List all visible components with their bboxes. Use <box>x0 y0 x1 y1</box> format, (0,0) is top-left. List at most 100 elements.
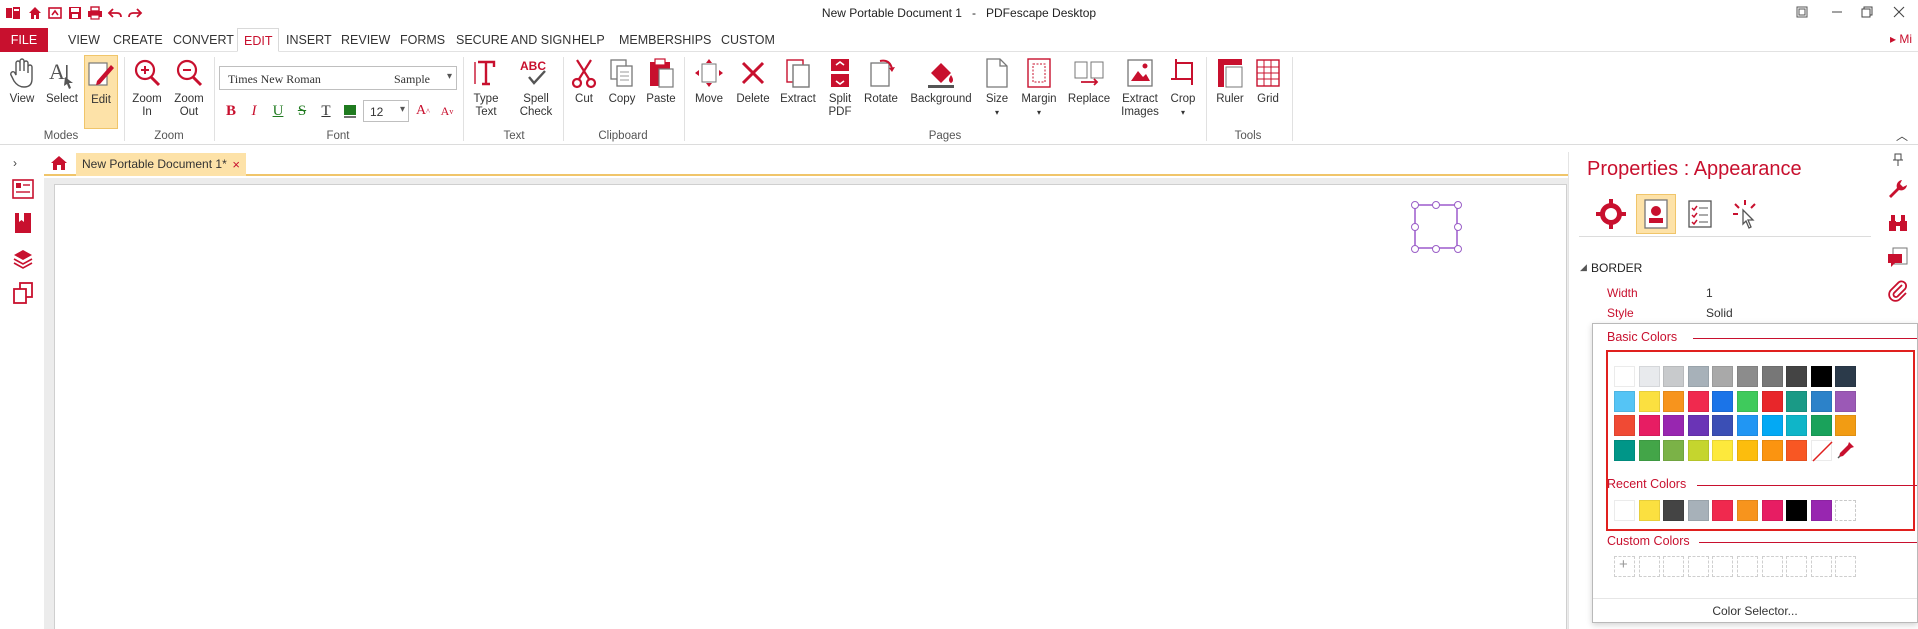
color-swatch[interactable] <box>1687 500 1709 521</box>
color-swatch[interactable] <box>1761 366 1783 387</box>
menu-file[interactable]: FILE <box>0 28 48 52</box>
background-button[interactable]: Background <box>908 55 974 106</box>
extract-images-button[interactable]: Extract Images <box>1118 55 1162 119</box>
rotate-page-button[interactable]: Rotate <box>862 55 900 106</box>
binoculars-icon[interactable] <box>1885 210 1911 236</box>
color-swatch[interactable] <box>1761 439 1783 461</box>
custom-color-slot[interactable] <box>1835 556 1857 577</box>
menu-memberships[interactable]: MEMBERSHIPS <box>613 28 717 52</box>
delete-page-button[interactable]: Delete <box>733 55 773 106</box>
pdf-page[interactable] <box>54 184 1567 629</box>
zoom-in-button[interactable]: Zoom In <box>128 55 166 119</box>
strikethrough-button[interactable]: S <box>292 101 312 121</box>
color-swatch[interactable] <box>1835 366 1857 387</box>
ruler-button[interactable]: Ruler <box>1212 55 1248 106</box>
color-swatch[interactable] <box>1663 500 1685 521</box>
no-color-swatch[interactable] <box>1810 439 1833 462</box>
grid-button[interactable]: Grid <box>1252 55 1284 106</box>
custom-color-slot[interactable] <box>1810 556 1832 577</box>
menu-convert[interactable]: CONVERT <box>167 28 240 52</box>
grow-font-button[interactable]: A ^ <box>413 101 433 121</box>
color-swatch[interactable] <box>1614 390 1635 412</box>
attachments-pages-icon[interactable] <box>10 280 36 306</box>
user-chip[interactable]: ▸ Mi <box>1890 32 1912 46</box>
close-tab-icon[interactable]: × <box>232 153 240 176</box>
custom-color-slot[interactable] <box>1638 556 1660 577</box>
split-pdf-button[interactable]: Split PDF <box>822 55 858 119</box>
actions-tab[interactable] <box>1725 194 1765 234</box>
list-properties-tab[interactable] <box>1680 194 1720 234</box>
menu-secure-and-sign[interactable]: SECURE AND SIGN <box>450 28 577 52</box>
appearance-tab[interactable] <box>1636 194 1676 234</box>
spell-check-button[interactable]: ABC Spell Check <box>514 55 558 119</box>
color-swatch[interactable] <box>1712 390 1734 412</box>
custom-color-slot[interactable] <box>1786 556 1808 577</box>
menu-help[interactable]: HELP <box>566 28 611 52</box>
color-selector-button[interactable]: Color Selector... <box>1593 598 1917 622</box>
color-swatch[interactable] <box>1835 390 1857 412</box>
custom-color-slot[interactable] <box>1737 556 1758 577</box>
width-value[interactable]: 1 <box>1706 286 1713 300</box>
custom-color-slot[interactable] <box>1712 556 1734 577</box>
document-canvas[interactable] <box>44 178 1568 629</box>
custom-color-slot[interactable] <box>1687 556 1709 577</box>
shrink-font-button[interactable]: Av <box>437 101 457 121</box>
resize-handle[interactable] <box>1411 245 1419 253</box>
selected-rectangle-annotation[interactable] <box>1414 204 1458 249</box>
style-value[interactable]: Solid <box>1706 306 1733 320</box>
paperclip-icon[interactable] <box>1885 278 1911 304</box>
color-swatch[interactable] <box>1614 439 1635 461</box>
color-swatch[interactable] <box>1712 415 1734 436</box>
font-size-select[interactable]: 12 ▾ <box>363 100 409 122</box>
menu-custom[interactable]: CUSTOM <box>715 28 781 52</box>
restore-layout-icon[interactable] <box>1787 2 1817 22</box>
crop-button[interactable]: Crop ▾ <box>1166 55 1200 119</box>
resize-handle[interactable] <box>1454 223 1462 231</box>
resize-handle[interactable] <box>1411 201 1419 209</box>
color-swatch[interactable] <box>1638 366 1660 387</box>
select-mode-button[interactable]: A Select <box>43 55 81 106</box>
fill-color-button[interactable] <box>340 101 360 121</box>
menu-view[interactable]: VIEW <box>62 28 106 52</box>
color-swatch[interactable] <box>1761 500 1783 521</box>
underline-button[interactable]: U <box>268 101 288 121</box>
menu-edit[interactable]: EDIT <box>237 28 280 52</box>
color-swatch[interactable] <box>1737 439 1758 461</box>
color-swatch[interactable] <box>1737 500 1758 521</box>
wrench-icon[interactable] <box>1885 176 1911 202</box>
menu-create[interactable]: CREATE <box>107 28 169 52</box>
color-swatch[interactable] <box>1663 439 1685 461</box>
color-swatch[interactable] <box>1737 415 1758 436</box>
paste-button[interactable]: Paste <box>643 55 679 106</box>
color-swatch[interactable] <box>1810 390 1832 412</box>
custom-color-slot[interactable] <box>1663 556 1685 577</box>
color-swatch[interactable] <box>1835 415 1857 436</box>
type-text-button[interactable]: Type Text <box>468 55 504 119</box>
color-swatch[interactable] <box>1761 390 1783 412</box>
menu-forms[interactable]: FORMS <box>394 28 451 52</box>
empty-color-slot[interactable] <box>1835 500 1857 521</box>
color-swatch[interactable] <box>1663 366 1685 387</box>
color-swatch[interactable] <box>1638 500 1660 521</box>
color-swatch[interactable] <box>1712 500 1734 521</box>
close-icon[interactable] <box>1884 2 1914 22</box>
color-swatch[interactable] <box>1737 366 1758 387</box>
page-size-button[interactable]: Size ▾ <box>980 55 1014 119</box>
color-swatch[interactable] <box>1786 439 1808 461</box>
color-swatch[interactable] <box>1638 415 1660 436</box>
resize-handle[interactable] <box>1454 245 1462 253</box>
view-mode-button[interactable]: View <box>4 55 40 106</box>
color-swatch[interactable] <box>1737 390 1758 412</box>
color-swatch[interactable] <box>1687 390 1709 412</box>
color-swatch[interactable] <box>1712 366 1734 387</box>
color-swatch[interactable] <box>1687 415 1709 436</box>
color-swatch[interactable] <box>1786 415 1808 436</box>
comments-icon[interactable] <box>1885 244 1911 270</box>
replace-pages-button[interactable]: Replace <box>1066 55 1112 106</box>
margin-button[interactable]: Margin ▾ <box>1020 55 1058 119</box>
resize-handle[interactable] <box>1454 201 1462 209</box>
color-swatch[interactable] <box>1810 366 1832 387</box>
resize-handle[interactable] <box>1432 201 1440 209</box>
font-family-select[interactable]: Times New Roman Sample ▾ <box>219 66 457 90</box>
copy-button[interactable]: Copy <box>606 55 638 106</box>
